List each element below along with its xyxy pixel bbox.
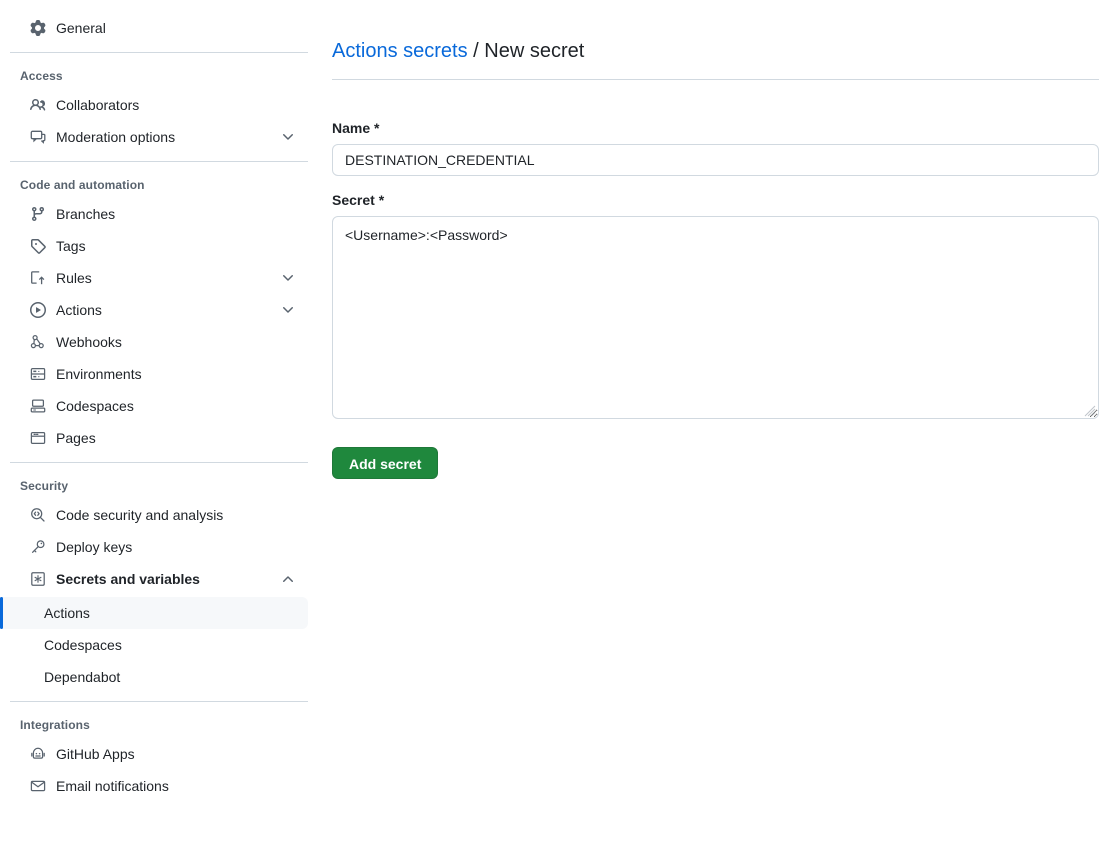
sidebar-item-label: General: [56, 18, 296, 38]
sidebar-item-secrets-codespaces[interactable]: Codespaces: [0, 629, 308, 661]
secret-value-textarea[interactable]: <Username>:<Password>: [332, 216, 1099, 419]
secret-field-label: Secret *: [332, 190, 1099, 210]
sidebar-item-label: Moderation options: [56, 127, 270, 147]
secrets-and-variables-subnav: Actions Codespaces Dependabot: [0, 597, 318, 693]
sidebar-item-label: Codespaces: [56, 396, 296, 416]
sidebar-group-access: Access Collaborators Moderation options: [0, 61, 318, 153]
chevron-down-icon[interactable]: [280, 270, 296, 286]
webhook-icon: [30, 334, 46, 350]
sidebar-group-title: Code and automation: [0, 170, 318, 198]
sidebar-group-title: Security: [0, 471, 318, 499]
sidebar-group-title: Access: [0, 61, 318, 89]
sidebar-item-secrets-dependabot[interactable]: Dependabot: [0, 661, 308, 693]
key-icon: [30, 539, 46, 555]
sidebar-subitem-label: Dependabot: [44, 669, 120, 685]
browser-icon: [30, 430, 46, 446]
sidebar-subitem-label: Codespaces: [44, 637, 122, 653]
sidebar-divider: [10, 701, 308, 702]
tag-icon: [30, 238, 46, 254]
chevron-up-icon[interactable]: [280, 571, 296, 587]
sidebar-item-rules[interactable]: Rules: [10, 262, 308, 294]
mail-icon: [30, 778, 46, 794]
sidebar-item-deploy-keys[interactable]: Deploy keys: [10, 531, 308, 563]
sidebar-group-security: Security Code security and analysis Depl…: [0, 471, 318, 693]
name-field-group: Name *: [332, 118, 1099, 176]
apps-icon: [30, 746, 46, 762]
gear-icon: [30, 20, 46, 36]
sidebar-item-label: Pages: [56, 428, 296, 448]
sidebar-subitem-label: Actions: [44, 605, 90, 621]
sidebar-item-label: Deploy keys: [56, 537, 296, 557]
sidebar-divider: [10, 52, 308, 53]
sidebar-item-secrets-actions[interactable]: Actions: [0, 597, 308, 629]
codespaces-icon: [30, 398, 46, 414]
sidebar-item-label: Environments: [56, 364, 296, 384]
sidebar-divider: [10, 161, 308, 162]
sidebar-item-label: Branches: [56, 204, 296, 224]
breadcrumb: Actions secrets / New secret: [332, 31, 1099, 80]
sidebar-item-pages[interactable]: Pages: [10, 422, 308, 454]
breadcrumb-separator: /: [473, 40, 479, 62]
sidebar-item-label: Secrets and variables: [56, 569, 270, 589]
git-branch-icon: [30, 206, 46, 222]
sidebar-group-code-and-automation: Code and automation Branches Tags Rules: [0, 170, 318, 454]
secret-textarea-wrapper: <Username>:<Password>: [332, 216, 1099, 419]
sidebar-item-moderation-options[interactable]: Moderation options: [10, 121, 308, 153]
add-secret-button[interactable]: Add secret: [332, 447, 438, 479]
sidebar-item-general[interactable]: General: [10, 12, 308, 44]
sidebar-divider: [10, 462, 308, 463]
main-content: Actions secrets / New secret Name * Secr…: [318, 0, 1113, 860]
sidebar-group-title: Integrations: [0, 710, 318, 738]
secret-name-input[interactable]: [332, 144, 1099, 176]
new-secret-form: Name * Secret * <Username>:<Password> Ad…: [332, 96, 1099, 479]
play-circle-icon: [30, 302, 46, 318]
sidebar-item-label: Tags: [56, 236, 296, 256]
page-title: New secret: [484, 40, 584, 62]
codescan-icon: [30, 507, 46, 523]
rules-icon: [30, 270, 46, 286]
sidebar-item-codespaces[interactable]: Codespaces: [10, 390, 308, 422]
name-field-label: Name *: [332, 118, 1099, 138]
sidebar-group-general: General: [0, 12, 318, 44]
sidebar-item-github-apps[interactable]: GitHub Apps: [10, 738, 308, 770]
settings-sidebar: General Access Collaborators Moderation …: [0, 0, 318, 860]
chevron-down-icon[interactable]: [280, 302, 296, 318]
sidebar-item-tags[interactable]: Tags: [10, 230, 308, 262]
breadcrumb-link-actions-secrets[interactable]: Actions secrets: [332, 40, 468, 62]
server-icon: [30, 366, 46, 382]
people-icon: [30, 97, 46, 113]
sidebar-group-integrations: Integrations GitHub Apps Email notificat…: [0, 710, 318, 802]
sidebar-item-label: Actions: [56, 300, 270, 320]
comment-discussion-icon: [30, 129, 46, 145]
settings-page: General Access Collaborators Moderation …: [0, 0, 1113, 860]
sidebar-item-code-security-and-analysis[interactable]: Code security and analysis: [10, 499, 308, 531]
sidebar-item-branches[interactable]: Branches: [10, 198, 308, 230]
sidebar-item-label: Collaborators: [56, 95, 296, 115]
sidebar-item-label: Email notifications: [56, 776, 296, 796]
sidebar-item-label: Code security and analysis: [56, 505, 296, 525]
sidebar-item-collaborators[interactable]: Collaborators: [10, 89, 308, 121]
sidebar-item-webhooks[interactable]: Webhooks: [10, 326, 308, 358]
sidebar-item-label: GitHub Apps: [56, 744, 296, 764]
sidebar-item-actions[interactable]: Actions: [10, 294, 308, 326]
sidebar-item-secrets-and-variables[interactable]: Secrets and variables: [10, 563, 308, 595]
chevron-down-icon[interactable]: [280, 129, 296, 145]
sidebar-item-email-notifications[interactable]: Email notifications: [10, 770, 308, 802]
sidebar-item-environments[interactable]: Environments: [10, 358, 308, 390]
key-asterisk-icon: [30, 571, 46, 587]
sidebar-item-label: Rules: [56, 268, 270, 288]
secret-field-group: Secret * <Username>:<Password>: [332, 190, 1099, 419]
sidebar-item-label: Webhooks: [56, 332, 296, 352]
